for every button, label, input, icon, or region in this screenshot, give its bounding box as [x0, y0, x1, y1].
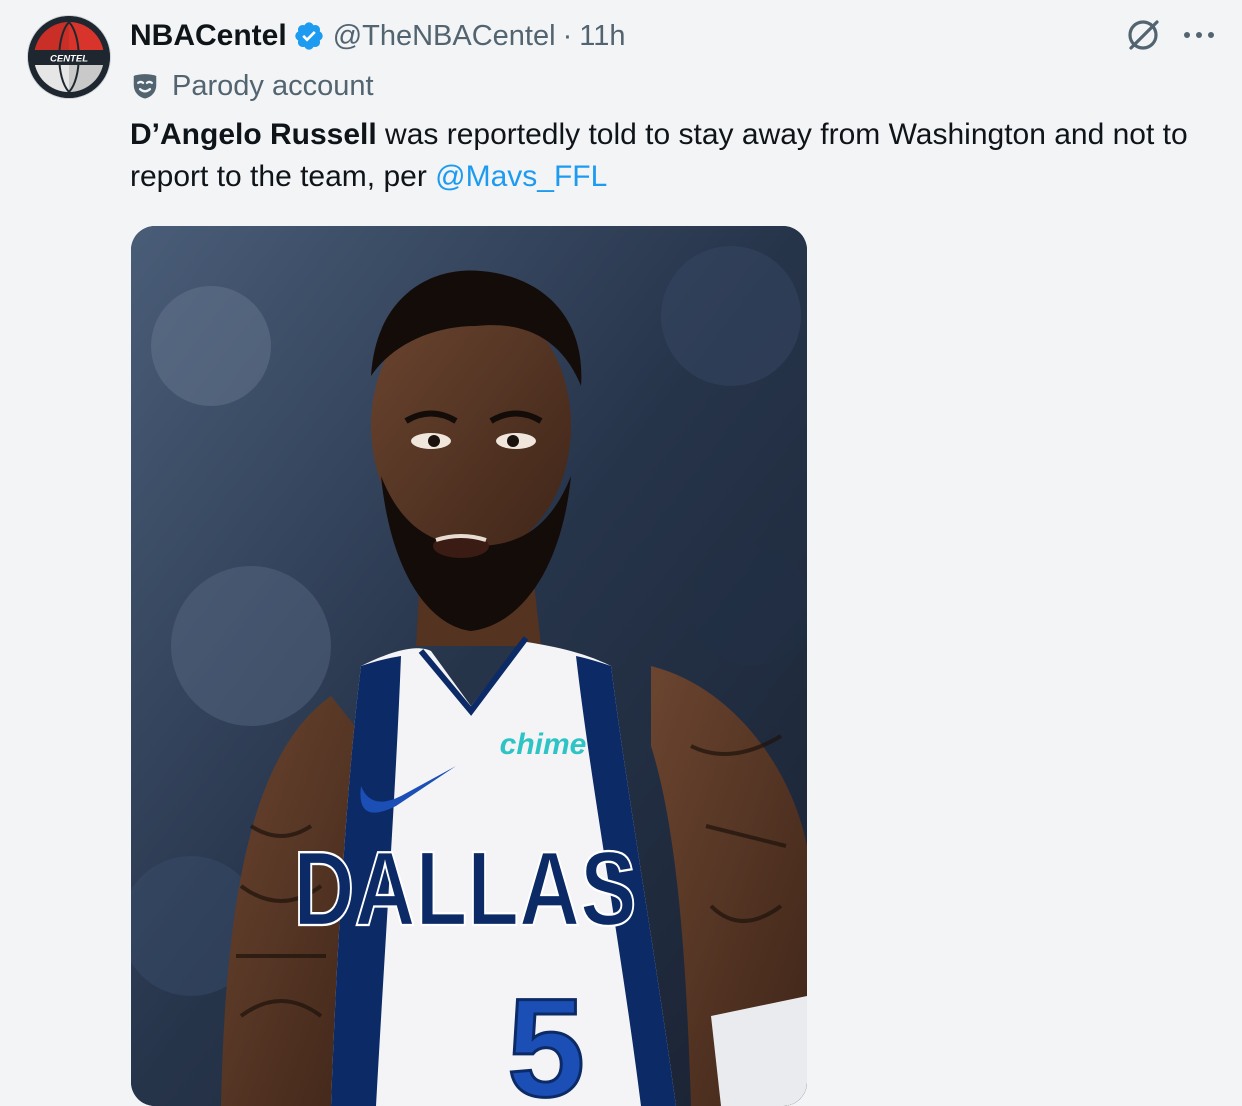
verified-badge-icon[interactable] — [293, 20, 325, 52]
header-separator: · — [562, 19, 573, 52]
author-handle[interactable]: @TheNBACentel — [333, 20, 556, 53]
author-avatar[interactable]: CENTEL — [28, 16, 110, 98]
parody-account-label: Parody account — [172, 69, 374, 102]
parody-mask-icon — [133, 74, 157, 99]
jersey-sponsor-text: chime — [500, 728, 587, 761]
player-photo: chime DALLAS 5 — [131, 226, 807, 1106]
avatar-logo-text: CENTEL — [50, 54, 88, 65]
tweet-text-bold: D’Angelo Russell — [130, 118, 377, 151]
jersey-number-text: 5 — [507, 969, 585, 1106]
tweet-header: NBACentel @TheNBACentel · 11h — [130, 16, 625, 56]
jersey-team-text: DALLAS — [293, 830, 636, 948]
tweet-card[interactable]: CENTEL NBACentel @TheNBACentel · 11h Par… — [0, 0, 1242, 1106]
account-label: Parody account — [130, 66, 374, 106]
tweet-text: D’Angelo Russell was reportedly told to … — [130, 114, 1220, 198]
avatar-logo: CENTEL — [28, 16, 110, 98]
tweet-media-photo[interactable]: chime DALLAS 5 — [131, 226, 807, 1106]
author-display-name[interactable]: NBACentel — [130, 19, 287, 53]
mention-link[interactable]: @Mavs_FFL — [435, 160, 607, 193]
grok-icon[interactable] — [1122, 14, 1164, 56]
tweet-timestamp[interactable]: 11h — [579, 20, 625, 53]
more-horizontal-icon[interactable] — [1178, 18, 1220, 52]
